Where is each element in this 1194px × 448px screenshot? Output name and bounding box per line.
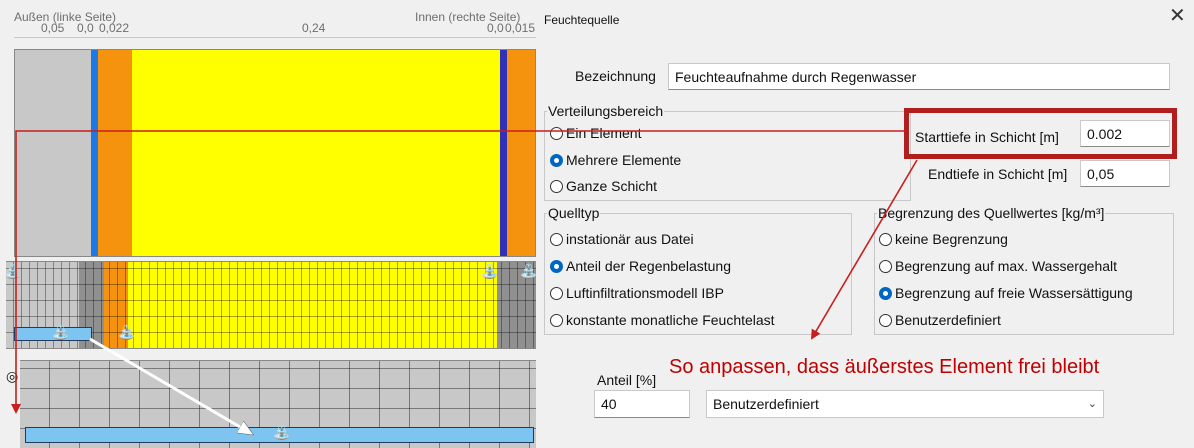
radio-max-water-content[interactable]: Begrenzung auf max. Wassergehalt <box>879 258 1117 274</box>
layer-orange[interactable] <box>98 50 132 256</box>
radio-dot <box>550 313 563 327</box>
tap-icon: ⛲ <box>273 424 291 440</box>
radio-free-saturation[interactable]: Begrenzung auf freie Wassersättigung <box>879 285 1133 301</box>
tap-icon: ⛲ <box>4 263 22 279</box>
layer-yellow[interactable] <box>132 50 500 256</box>
share-label: Anteil [%] <box>597 372 657 388</box>
radio-dot <box>879 313 892 327</box>
thickness-label: 0,015 <box>505 21 536 35</box>
radio-transient-file[interactable]: instationär aus Datei <box>550 231 694 247</box>
thickness-label: 0,0 <box>77 21 94 35</box>
radio-label: Mehrere Elemente <box>566 152 682 168</box>
thickness-ruler <box>14 37 536 45</box>
radio-dot <box>879 286 892 300</box>
radio-label: Begrenzung auf freie Wassersättigung <box>895 285 1133 301</box>
radio-whole-layer[interactable]: Ganze Schicht <box>550 178 657 194</box>
layer-blue-strip[interactable] <box>91 50 98 256</box>
radio-dot <box>550 259 563 273</box>
designation-input[interactable]: Feuchteaufnahme durch Regenwasser <box>668 63 1170 90</box>
thickness-label: 0,0 <box>487 21 504 35</box>
radio-dot <box>550 232 563 246</box>
radio-dot <box>879 232 892 246</box>
limit-legend: Begrenzung des Quellwertes [kg/m³] <box>878 205 1105 221</box>
radio-label: Anteil der Regenbelastung <box>566 258 732 274</box>
thickness-label: 0,05 <box>41 21 65 35</box>
radio-multiple-elements[interactable]: Mehrere Elemente <box>550 152 681 168</box>
limit-dropdown[interactable]: Benutzerdefiniert ⌄ <box>706 390 1104 418</box>
radio-air-infiltration[interactable]: Luftinfiltrationsmodell IBP <box>550 285 724 301</box>
radio-dot <box>550 179 563 193</box>
close-icon[interactable]: ✕ <box>1169 6 1186 26</box>
thickness-label: 0,022 <box>99 21 130 35</box>
radio-label: Luftinfiltrationsmodell IBP <box>566 285 724 301</box>
radio-label: Begrenzung auf max. Wassergehalt <box>895 258 1118 274</box>
radio-user-defined[interactable]: Benutzerdefiniert <box>879 312 1001 328</box>
annotation-text: So anpassen, dass äußerstes Element frei… <box>669 356 1100 378</box>
layer-cross-section[interactable] <box>14 49 536 257</box>
share-input[interactable]: 40 <box>594 390 690 418</box>
tap-icon: ⛲ <box>52 324 70 340</box>
radio-label: Ein Element <box>566 125 642 141</box>
end-depth-label: Endtiefe in Schicht [m] <box>928 166 1068 182</box>
source-type-legend: Quelltyp <box>548 205 600 221</box>
radio-monthly-load[interactable]: konstante monatliche Feuchtelast <box>550 312 775 328</box>
radio-dot <box>550 286 563 300</box>
layer-navy-strip[interactable] <box>500 50 507 256</box>
radio-dot <box>550 126 563 140</box>
highlight-box <box>904 108 1177 159</box>
radio-label: instationär aus Datei <box>566 231 694 247</box>
radio-rain-load-share[interactable]: Anteil der Regenbelastung <box>550 258 731 274</box>
chevron-down-icon: ⌄ <box>1087 398 1097 410</box>
radio-dot <box>550 153 563 167</box>
radio-dot <box>879 259 892 273</box>
tap-icon: ⛲ <box>118 324 136 340</box>
thickness-label: 0,24 <box>302 21 326 35</box>
radio-single-element[interactable]: Ein Element <box>550 125 641 141</box>
moisture-source-dialog: Feuchtequelle ✕ Bezeichnung Feuchteaufna… <box>538 0 1194 448</box>
radio-label: Ganze Schicht <box>566 178 658 194</box>
designation-label: Bezeichnung <box>575 68 656 84</box>
radio-label: Benutzerdefiniert <box>895 312 1001 328</box>
layer-orange-inner[interactable] <box>507 50 535 256</box>
radio-label: konstante monatliche Feuchtelast <box>566 312 775 328</box>
distribution-legend: Verteilungsbereich <box>548 103 664 119</box>
tap-icon: ⛲ <box>520 263 538 279</box>
zoom-icon[interactable]: ◎ <box>6 368 18 384</box>
tap-icon: ⛲ <box>481 263 499 279</box>
dropdown-value: Benutzerdefiniert <box>713 396 819 412</box>
dialog-title: Feuchtequelle <box>544 13 620 27</box>
radio-no-limit[interactable]: keine Begrenzung <box>879 231 1008 247</box>
construction-panel: Außen (linke Seite) Innen (rechte Seite)… <box>0 0 538 448</box>
layer-grey[interactable] <box>15 50 91 256</box>
radio-label: keine Begrenzung <box>895 231 1008 247</box>
end-depth-input[interactable]: 0,05 <box>1080 160 1170 187</box>
